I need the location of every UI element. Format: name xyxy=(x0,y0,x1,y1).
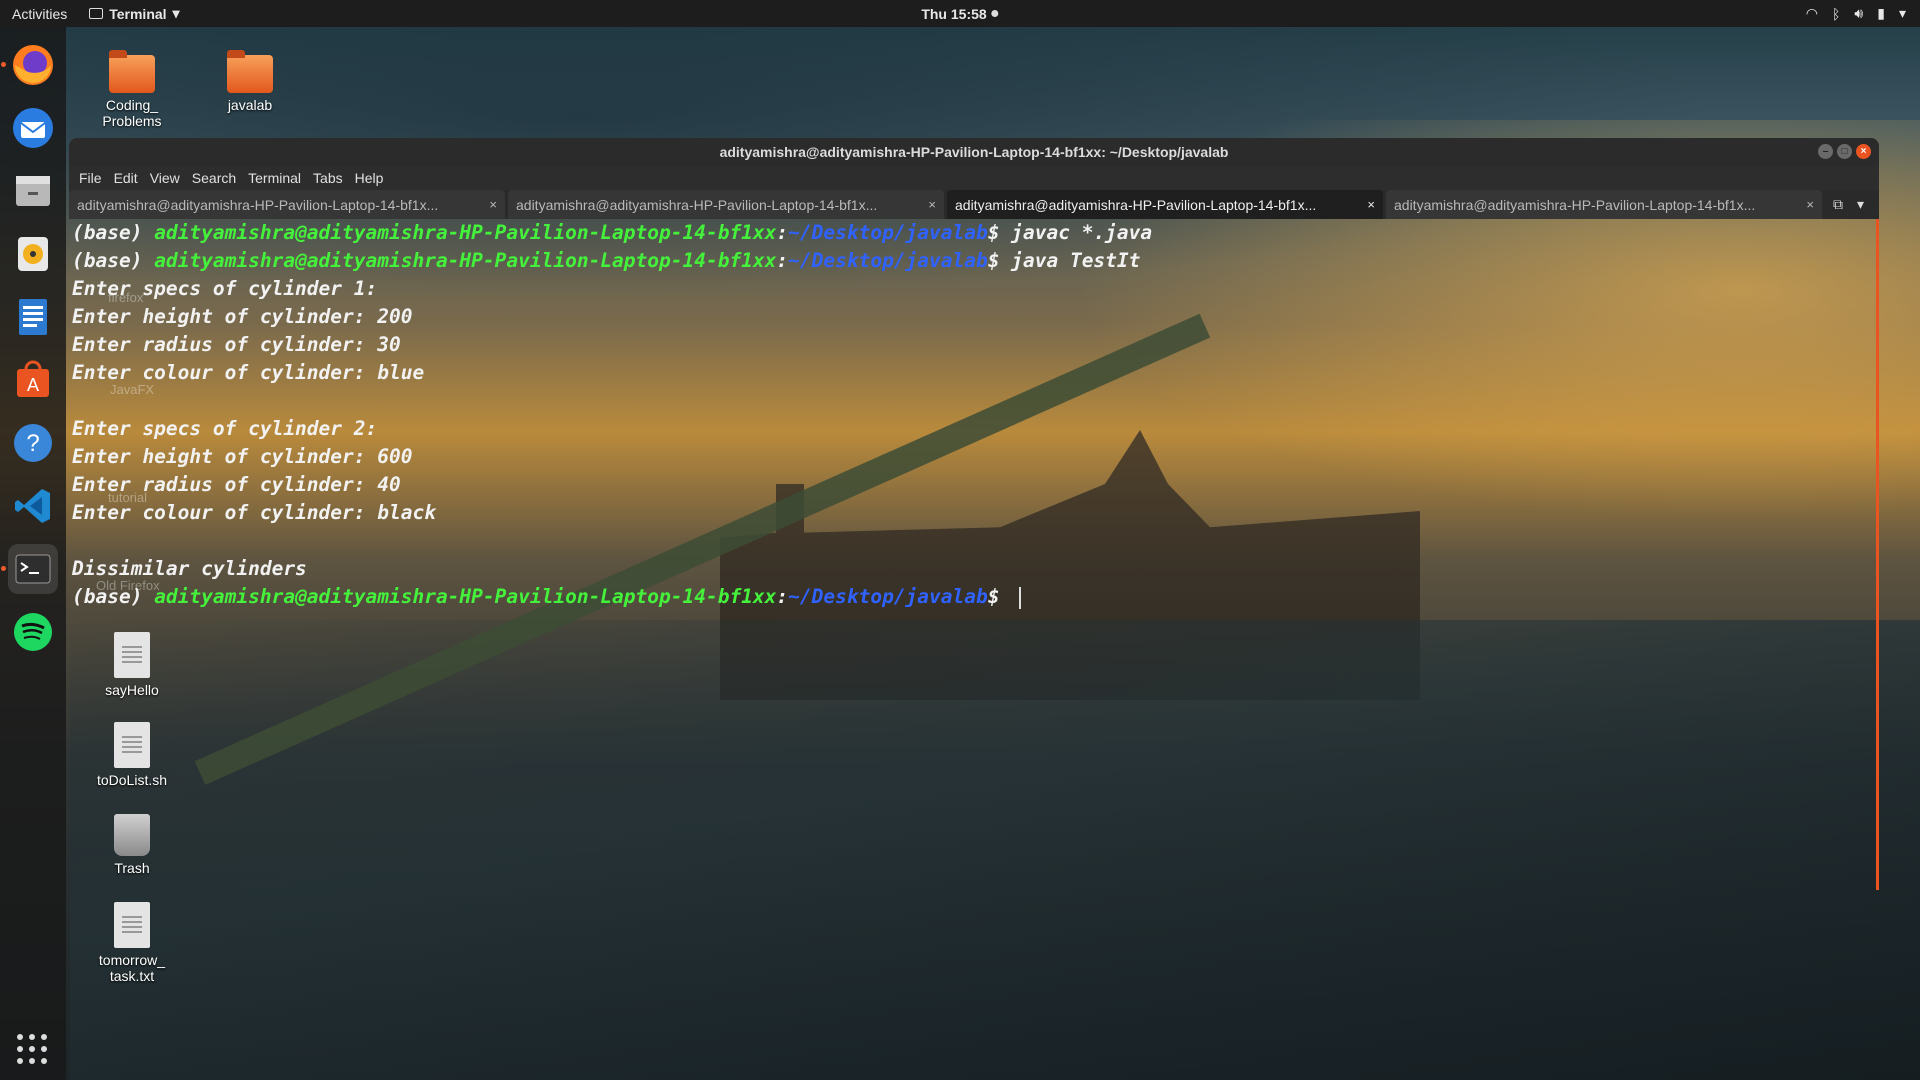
close-tab-icon[interactable]: × xyxy=(1367,197,1375,212)
dock-vscode[interactable] xyxy=(8,481,58,531)
tab-label: adityamishra@adityamishra-HP-Pavilion-La… xyxy=(955,196,1317,213)
close-tab-icon[interactable]: × xyxy=(489,197,497,212)
clock[interactable]: Thu 15:58 xyxy=(921,5,999,22)
window-titlebar[interactable]: adityamishra@adityamishra-HP-Pavilion-La… xyxy=(69,138,1879,166)
terminal-line: Enter height of cylinder: 600 xyxy=(72,445,413,468)
running-indicator xyxy=(1,62,6,67)
folder-icon xyxy=(227,50,273,93)
terminal-line: Enter height of cylinder: 200 xyxy=(72,305,413,328)
dock-rhythmbox[interactable] xyxy=(8,229,58,279)
window-edge xyxy=(1876,219,1879,890)
terminal-line: Enter radius of cylinder: 30 xyxy=(72,333,401,356)
clock-label: Thu 15:58 xyxy=(921,5,987,22)
terminal-line: Enter specs of cylinder 1: xyxy=(72,277,378,300)
tab-label: adityamishra@adityamishra-HP-Pavilion-La… xyxy=(77,196,439,213)
tab-1[interactable]: adityamishra@adityamishra-HP-Pavilion-La… xyxy=(69,190,505,219)
terminal-line: (base) adityamishra@adityamishra-HP-Pavi… xyxy=(72,249,1141,272)
tab-label: adityamishra@adityamishra-HP-Pavilion-La… xyxy=(516,196,878,213)
terminal-line: Enter specs of cylinder 2: xyxy=(72,417,378,440)
dock-files[interactable] xyxy=(8,166,58,216)
menu-bar: File Edit View Search Terminal Tabs Help xyxy=(69,166,1879,190)
desktop-icon-label: javalab xyxy=(227,97,273,113)
maximize-button[interactable]: □ xyxy=(1837,144,1852,159)
dock-thunderbird[interactable] xyxy=(8,103,58,153)
spotify-icon xyxy=(14,613,52,651)
terminal-prompt-line: (base) adityamishra@adityamishra-HP-Pavi… xyxy=(69,583,1877,611)
activities-button[interactable]: Activities xyxy=(0,6,79,22)
help-icon: ? xyxy=(14,424,52,462)
tab-label: adityamishra@adityamishra-HP-Pavilion-La… xyxy=(1394,196,1756,213)
tab-3[interactable]: adityamishra@adityamishra-HP-Pavilion-La… xyxy=(947,190,1383,219)
battery-icon: ▮ xyxy=(1877,5,1885,21)
terminal-line: Enter colour of cylinder: blue xyxy=(72,361,425,384)
dock-help[interactable]: ? xyxy=(8,418,58,468)
terminal-window: adityamishra@adityamishra-HP-Pavilion-La… xyxy=(69,138,1879,890)
close-tab-icon[interactable]: × xyxy=(928,197,936,212)
terminal-icon xyxy=(89,8,104,19)
software-store-icon: A xyxy=(17,360,49,397)
system-tray[interactable]: ◠ ᛒ 🔊︎ ▮ ▾ xyxy=(1806,5,1906,22)
menu-help[interactable]: Help xyxy=(355,170,384,186)
vscode-icon xyxy=(15,489,50,523)
dock-software[interactable]: A xyxy=(8,355,58,405)
window-title: adityamishra@adityamishra-HP-Pavilion-La… xyxy=(719,144,1229,160)
desktop-icon-label: tomorrow_ task.txt xyxy=(98,952,166,984)
writer-icon xyxy=(19,299,47,335)
terminal-line: (base) adityamishra@adityamishra-HP-Pavi… xyxy=(72,221,1153,244)
terminal-line: Dissimilar cylinders xyxy=(72,557,307,580)
terminal-output[interactable]: (base) adityamishra@adityamishra-HP-Pavi… xyxy=(69,219,1877,890)
files-icon xyxy=(16,176,50,206)
chevron-down-icon: ▾ xyxy=(172,5,180,21)
notification-dot-icon xyxy=(991,10,999,17)
dock-spotify[interactable] xyxy=(8,607,58,657)
dock: A ? xyxy=(0,27,66,1080)
desktop-folder-coding-problems[interactable]: Coding_ Problems xyxy=(77,50,187,129)
dock-terminal[interactable] xyxy=(1,544,58,594)
desktop-icon-label: Coding_ Problems xyxy=(102,97,162,129)
menu-tabs[interactable]: Tabs xyxy=(313,170,343,186)
firefox-icon xyxy=(13,45,53,85)
menu-file[interactable]: File xyxy=(79,170,102,186)
terminal-line: Enter colour of cylinder: black xyxy=(72,501,436,524)
tab-2[interactable]: adityamishra@adityamishra-HP-Pavilion-La… xyxy=(508,190,944,219)
thunderbird-icon xyxy=(13,108,53,148)
running-indicator xyxy=(1,566,6,571)
desktop-file-tomorrow-task[interactable]: tomorrow_ task.txt xyxy=(77,902,187,984)
close-tab-icon[interactable]: × xyxy=(1806,197,1814,212)
new-tab-icon[interactable]: ⧉ xyxy=(1833,196,1843,213)
desktop-folder-javalab[interactable]: javalab xyxy=(195,50,305,113)
svg-text:A: A xyxy=(27,375,39,395)
file-icon xyxy=(114,902,150,948)
svg-text:?: ? xyxy=(26,430,39,457)
menu-view[interactable]: View xyxy=(150,170,180,186)
minimize-button[interactable]: – xyxy=(1818,144,1833,159)
folder-icon xyxy=(109,50,155,93)
dock-firefox[interactable] xyxy=(1,40,58,90)
rhythmbox-icon xyxy=(18,237,48,271)
tab-bar: adityamishra@adityamishra-HP-Pavilion-La… xyxy=(69,190,1879,219)
close-button[interactable]: × xyxy=(1856,144,1871,159)
bluetooth-icon: ᛒ xyxy=(1832,5,1841,22)
text-cursor xyxy=(1019,586,1022,609)
app-menu[interactable]: Terminal ▾ xyxy=(89,5,180,22)
menu-terminal[interactable]: Terminal xyxy=(248,170,301,186)
menu-edit[interactable]: Edit xyxy=(114,170,138,186)
menu-search[interactable]: Search xyxy=(192,170,236,186)
app-menu-label: Terminal xyxy=(109,5,167,22)
window-controls: – □ × xyxy=(1818,144,1871,159)
dock-writer[interactable] xyxy=(8,292,58,342)
terminal-line: Enter radius of cylinder: 40 xyxy=(72,473,401,496)
chevron-down-icon: ▾ xyxy=(1898,5,1906,21)
tab-list-chevron-icon[interactable]: ▾ xyxy=(1857,196,1864,213)
tab-4[interactable]: adityamishra@adityamishra-HP-Pavilion-La… xyxy=(1386,190,1822,219)
volume-icon: 🔊︎ xyxy=(1854,5,1864,21)
top-bar: Activities Terminal ▾ Thu 15:58 ◠ ᛒ 🔊︎ ▮… xyxy=(0,0,1920,27)
wifi-icon: ◠ xyxy=(1805,5,1819,21)
tab-bar-actions: ⧉ ▾ xyxy=(1833,190,1864,219)
show-applications-button[interactable] xyxy=(17,1034,49,1066)
terminal-icon xyxy=(15,554,51,584)
